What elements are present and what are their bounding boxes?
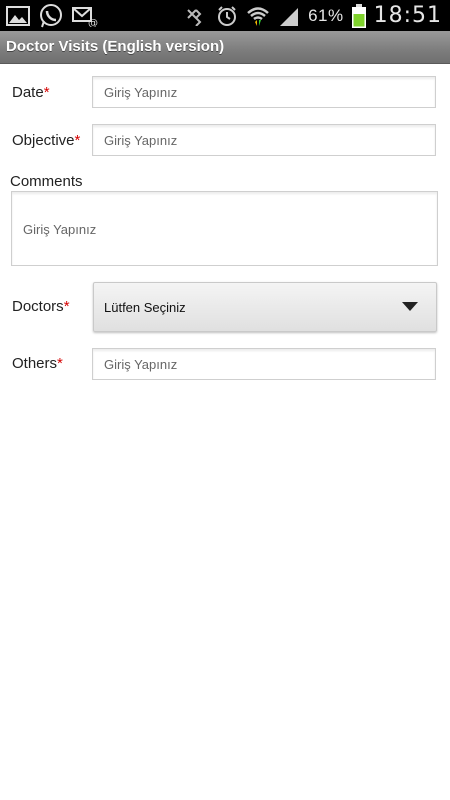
gallery-icon — [6, 5, 30, 27]
doctors-label-text: Doctors — [12, 298, 64, 315]
others-label: Others* — [12, 355, 63, 372]
date-label-text: Date — [12, 84, 44, 101]
email-icon: @ — [72, 5, 98, 27]
doctors-label: Doctors* — [12, 298, 70, 315]
whatsapp-icon — [38, 3, 64, 29]
notification-icons: @ — [6, 3, 98, 29]
comments-placeholder: Giriş Yapınız — [23, 222, 97, 237]
objective-required-mark: * — [74, 132, 81, 149]
alarm-icon — [216, 5, 238, 27]
others-field[interactable]: Giriş Yapınız — [92, 348, 436, 380]
others-placeholder: Giriş Yapınız — [104, 357, 178, 372]
chevron-down-icon — [402, 302, 418, 311]
others-label-text: Others — [12, 355, 58, 372]
comments-textarea[interactable]: Giriş Yapınız — [11, 191, 438, 266]
signal-icon — [278, 6, 300, 26]
svg-text:@: @ — [88, 18, 98, 27]
doctors-required-mark: * — [63, 298, 70, 315]
doctors-selected-value: Lütfen Seçiniz — [104, 300, 186, 315]
objective-placeholder: Giriş Yapınız — [104, 133, 178, 148]
others-required-mark: * — [57, 355, 63, 372]
wifi-icon — [246, 5, 270, 27]
date-field[interactable]: Giriş Yapınız — [92, 76, 436, 108]
battery-icon — [351, 3, 366, 28]
objective-label: Objective* — [12, 132, 80, 149]
system-indicators: 61% 18:51 — [186, 0, 442, 31]
objective-label-text: Objective — [12, 132, 75, 149]
status-bar: @ 61% 18:51 — [0, 0, 450, 31]
title-bar: Doctor Visits (English version) — [0, 31, 450, 64]
date-label: Date* — [12, 84, 50, 101]
bluetooth-icon — [186, 6, 208, 26]
date-required-mark: * — [43, 84, 50, 101]
doctors-select[interactable]: Lütfen Seçiniz — [93, 282, 437, 332]
comments-label: Comments — [10, 173, 83, 190]
battery-percent: 61% — [308, 5, 344, 25]
clock: 18:51 — [373, 3, 442, 28]
date-placeholder: Giriş Yapınız — [104, 85, 178, 100]
page-title: Doctor Visits (English version) — [6, 38, 225, 55]
objective-field[interactable]: Giriş Yapınız — [92, 124, 436, 156]
